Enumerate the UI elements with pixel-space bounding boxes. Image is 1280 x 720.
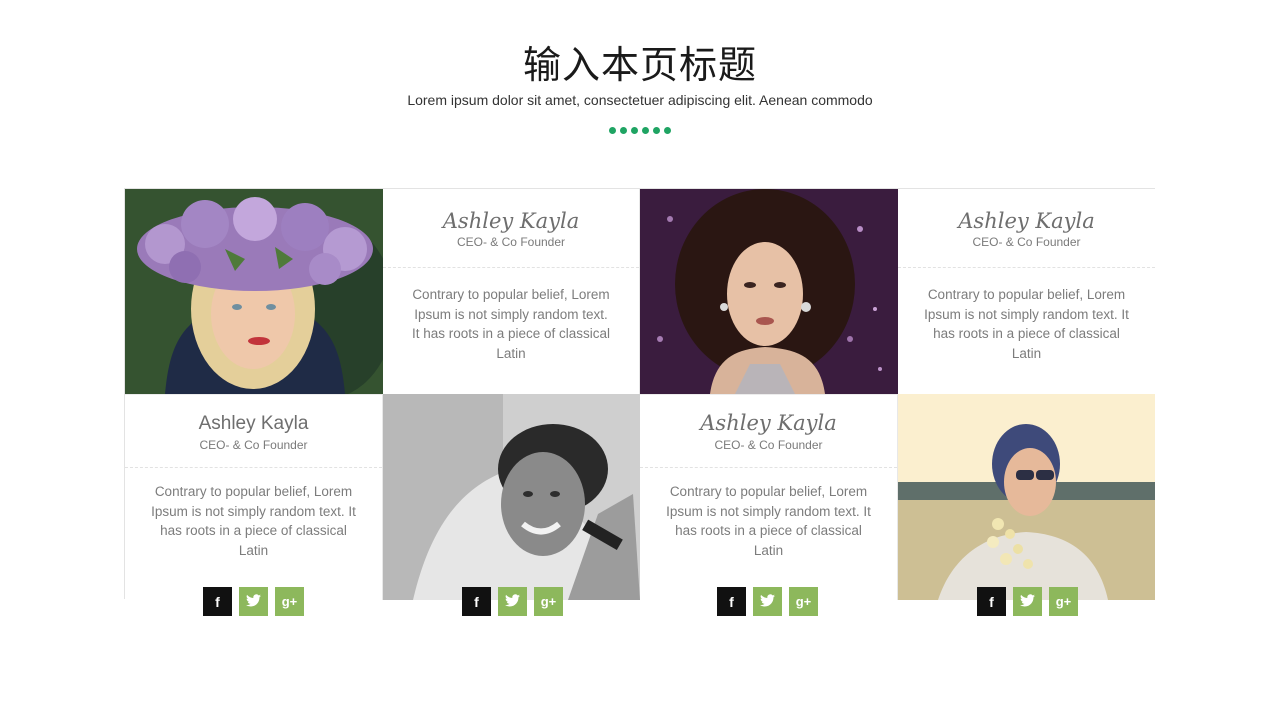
googleplus-button[interactable]: g+ (789, 587, 818, 616)
googleplus-button[interactable]: g+ (275, 587, 304, 616)
member-description: Contrary to popular belief, Lorem Ipsum … (924, 287, 1129, 361)
member-card-3: Ashley Kayla CEO- & Co Founder Contrary … (125, 394, 383, 600)
social-links-4: f g+ (977, 587, 1078, 616)
member-name: Ashley Kayla (198, 413, 309, 434)
googleplus-button[interactable]: g+ (1049, 587, 1078, 616)
man-smiling-bw-photo (383, 394, 640, 600)
member-role: CEO- & Co Founder (199, 438, 308, 452)
twitter-icon (505, 593, 520, 610)
divider-dot (642, 127, 649, 134)
member-name: Ashley Kayla (958, 209, 1095, 233)
card-divider (640, 467, 897, 468)
member-role: CEO- & Co Founder (456, 235, 566, 249)
facebook-icon: f (474, 593, 479, 610)
team-grid: Ashley Kayla CEO- & Co Founder Contrary … (124, 188, 1155, 616)
card-divider (125, 467, 382, 468)
woman-curly-hair-photo (640, 189, 898, 394)
googleplus-button[interactable]: g+ (534, 587, 563, 616)
twitter-icon (1020, 593, 1035, 610)
divider-dot (620, 127, 627, 134)
member-role: CEO- & Co Founder (714, 438, 823, 452)
facebook-button[interactable]: f (977, 587, 1006, 616)
page-subtitle: Lorem ipsum dolor sit amet, consectetuer… (407, 92, 873, 108)
member-description: Contrary to popular belief, Lorem Ipsum … (666, 484, 871, 558)
divider-dot (664, 127, 671, 134)
twitter-button[interactable] (239, 587, 268, 616)
twitter-button[interactable] (498, 587, 527, 616)
woman-flower-crown-photo (125, 189, 383, 394)
member-description: Contrary to popular belief, Lorem Ipsum … (411, 287, 611, 361)
divider-dots (0, 127, 1280, 134)
facebook-button[interactable]: f (717, 587, 746, 616)
member-card-1: Ashley Kayla CEO- & Co Founder Contrary … (383, 189, 640, 394)
facebook-button[interactable]: f (203, 587, 232, 616)
woman-sunglasses-field-photo (898, 394, 1155, 600)
twitter-icon (246, 593, 261, 610)
googleplus-icon: g+ (540, 594, 557, 609)
card-divider (383, 267, 639, 268)
member-card-2: Ashley Kayla CEO- & Co Founder Contrary … (898, 189, 1155, 394)
googleplus-icon: g+ (1055, 594, 1072, 609)
facebook-icon: f (215, 593, 220, 610)
page-title: 输入本页标题 (522, 43, 757, 87)
divider-dot (653, 127, 660, 134)
divider-dot (631, 127, 638, 134)
facebook-button[interactable]: f (462, 587, 491, 616)
twitter-button[interactable] (753, 587, 782, 616)
facebook-icon: f (989, 593, 994, 610)
member-name: Ashley Kayla (700, 411, 837, 435)
facebook-icon: f (729, 593, 734, 610)
divider-dot (609, 127, 616, 134)
googleplus-icon: g+ (795, 594, 812, 609)
googleplus-icon: g+ (281, 594, 298, 609)
member-card-4: Ashley Kayla CEO- & Co Founder Contrary … (640, 394, 898, 600)
twitter-button[interactable] (1013, 587, 1042, 616)
member-name: Ashley Kayla (442, 209, 580, 233)
twitter-icon (760, 593, 775, 610)
social-links-1: f g+ (203, 587, 304, 616)
social-links-3: f g+ (717, 587, 818, 616)
member-description: Contrary to popular belief, Lorem Ipsum … (151, 484, 356, 558)
card-divider (898, 267, 1155, 268)
social-links-2: f g+ (462, 587, 563, 616)
member-role: CEO- & Co Founder (972, 235, 1081, 249)
